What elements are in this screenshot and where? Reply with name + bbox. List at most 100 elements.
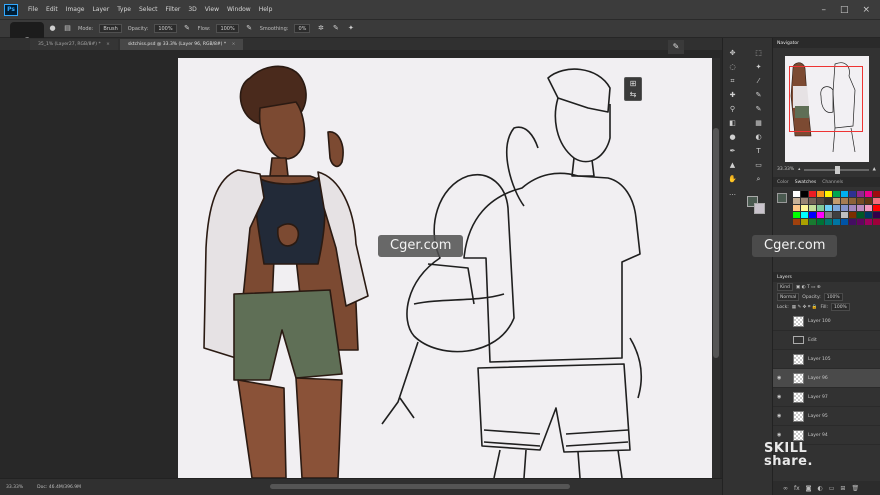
swatch[interactable] [801,219,808,225]
swatch[interactable] [825,212,832,218]
document-canvas[interactable] [178,58,712,478]
swatch[interactable] [809,198,816,204]
close-icon[interactable]: × [232,42,236,47]
adjustment-icon[interactable]: ◐ [818,485,823,492]
swatch[interactable] [849,212,856,218]
swatch[interactable] [833,219,840,225]
swatch[interactable] [801,198,808,204]
menu-file[interactable]: File [24,6,42,13]
close-icon[interactable]: × [862,5,870,15]
mode-select[interactable]: Brush [99,24,122,33]
swatch[interactable] [809,205,816,211]
swatch[interactable] [833,191,840,197]
lasso-tool-icon[interactable]: ◌ [727,62,738,73]
swatch[interactable] [801,205,808,211]
swatch[interactable] [873,212,880,218]
swatch[interactable] [793,191,800,197]
layer-row[interactable]: Layer 100 [773,312,880,331]
crop-tool-icon[interactable]: ⌗ [727,76,738,87]
menu-image[interactable]: Image [62,6,89,13]
zoom-tool-icon[interactable]: ⌕ [753,174,764,185]
visibility-eye-icon[interactable]: ◉ [777,413,785,419]
swatch[interactable] [833,212,840,218]
fill-field[interactable]: 100% [830,303,850,311]
swatch[interactable] [841,219,848,225]
swatch[interactable] [865,191,872,197]
swatch[interactable] [857,219,864,225]
swatch[interactable] [817,219,824,225]
path-select-icon[interactable]: ▲ [727,160,738,171]
swatch[interactable] [857,191,864,197]
type-tool-icon[interactable]: T [753,146,764,157]
swatch[interactable] [873,219,880,225]
layer-row[interactable]: Edit [773,331,880,350]
swatch[interactable] [865,205,872,211]
marquee-tool-icon[interactable]: ⬚ [753,48,764,59]
quick-select-icon[interactable]: ✦ [753,62,764,73]
new-group-icon[interactable]: ▭ [829,485,835,492]
layer-opacity-field[interactable]: 100% [823,293,843,301]
brush-shortcut-icon[interactable]: ✎ [668,40,684,54]
vertical-scrollbar[interactable] [712,58,720,478]
swatch[interactable] [865,212,872,218]
hand-tool-icon[interactable]: ✋ [727,174,738,185]
swatch[interactable] [817,205,824,211]
eyedropper-icon[interactable]: ⁄ [753,76,764,87]
tab-document-1[interactable]: 35_1% (Layer27, RGB/8#) * × [30,39,118,50]
blur-tool-icon[interactable]: ● [727,132,738,143]
blend-mode-select[interactable]: Normal [777,293,800,301]
layer-row[interactable]: ◉ Layer 97 [773,388,880,407]
visibility-eye-icon[interactable]: ◉ [777,394,785,400]
zoom-slider-knob[interactable] [835,165,841,174]
horizontal-scroll-thumb[interactable] [270,484,570,489]
flow-field[interactable]: 100% [216,24,239,33]
close-icon[interactable]: × [106,42,110,47]
fx-icon[interactable]: fx [794,485,800,492]
swatch[interactable] [809,219,816,225]
swatch[interactable] [857,198,864,204]
swatch[interactable] [833,205,840,211]
menu-3d[interactable]: 3D [184,6,200,13]
swatch[interactable] [841,191,848,197]
swatch[interactable] [873,191,880,197]
swatch[interactable] [801,212,808,218]
layer-row[interactable]: Layer 105 [773,350,880,369]
pressure-opacity-icon[interactable]: ✎ [183,24,192,33]
menu-view[interactable]: View [201,6,223,13]
swatch[interactable] [793,205,800,211]
dodge-tool-icon[interactable]: ◐ [753,132,764,143]
swatch[interactable] [849,191,856,197]
swatch[interactable] [793,219,800,225]
symmetry-icon[interactable]: ✦ [346,24,355,33]
swatch[interactable] [873,205,880,211]
tab-color[interactable]: Color [777,180,789,185]
lock-icons[interactable]: ▦ ✎ ✥ ⌗ 🔒 [792,304,818,310]
airbrush-icon[interactable]: ✎ [245,24,254,33]
floating-properties-icon[interactable]: ⊞ ⇆ [624,77,642,101]
menu-help[interactable]: Help [255,6,277,13]
tab-layers[interactable]: Layers [777,275,792,280]
menu-window[interactable]: Window [223,6,255,13]
swatch[interactable] [833,198,840,204]
swatch[interactable] [873,198,880,204]
tab-document-2[interactable]: sktchiss.psd @ 33.3% (Layer 96, RGB/8#) … [119,39,244,50]
swatch[interactable] [825,191,832,197]
history-brush-icon[interactable]: ✎ [753,104,764,115]
pressure-size-icon[interactable]: ✎ [331,24,340,33]
layer-kind-filter[interactable]: Kind [777,283,793,291]
menu-select[interactable]: Select [135,6,162,13]
clone-stamp-icon[interactable]: ⚲ [727,104,738,115]
smoothing-field[interactable]: 0% [294,24,311,33]
delete-layer-icon[interactable]: 🗑 [851,485,859,492]
swatch[interactable] [809,191,816,197]
visibility-eye-icon[interactable]: ◉ [777,432,785,438]
brush-preset-icon[interactable]: ● [48,24,57,33]
zoom-in-icon[interactable]: ▲ [873,167,876,172]
swatch[interactable] [825,198,832,204]
scroll-thumb[interactable] [713,128,719,358]
swatch[interactable] [865,198,872,204]
visibility-eye-icon[interactable]: ◉ [777,375,785,381]
swatch[interactable] [849,205,856,211]
zoom-slider[interactable] [804,165,869,174]
swatch[interactable] [841,198,848,204]
